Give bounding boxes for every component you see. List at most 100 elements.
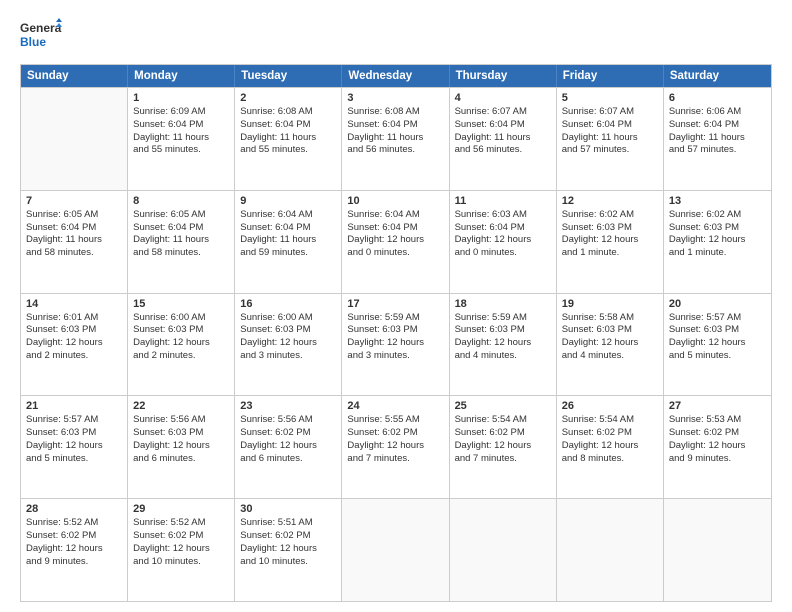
cal-cell-30: 30Sunrise: 5:51 AMSunset: 6:02 PMDayligh… bbox=[235, 499, 342, 601]
logo: General Blue bbox=[20, 18, 62, 54]
day-number: 16 bbox=[240, 298, 336, 310]
daylight-text: Daylight: 12 hours bbox=[347, 440, 443, 453]
daylight-minutes: and 6 minutes. bbox=[133, 453, 229, 466]
daylight-text: Daylight: 11 hours bbox=[133, 132, 229, 145]
daylight-text: Daylight: 12 hours bbox=[26, 543, 122, 556]
cal-cell-26: 26Sunrise: 5:54 AMSunset: 6:02 PMDayligh… bbox=[557, 396, 664, 498]
daylight-text: Daylight: 12 hours bbox=[669, 440, 766, 453]
daylight-minutes: and 7 minutes. bbox=[347, 453, 443, 466]
day-number: 27 bbox=[669, 400, 766, 412]
sunset-text: Sunset: 6:02 PM bbox=[669, 427, 766, 440]
day-number: 28 bbox=[26, 503, 122, 515]
day-number: 10 bbox=[347, 195, 443, 207]
day-number: 6 bbox=[669, 92, 766, 104]
calendar-header: SundayMondayTuesdayWednesdayThursdayFrid… bbox=[21, 65, 771, 87]
sunrise-text: Sunrise: 6:06 AM bbox=[669, 106, 766, 119]
daylight-text: Daylight: 11 hours bbox=[133, 234, 229, 247]
sunset-text: Sunset: 6:04 PM bbox=[347, 222, 443, 235]
daylight-minutes: and 2 minutes. bbox=[26, 350, 122, 363]
svg-text:General: General bbox=[20, 21, 62, 35]
sunset-text: Sunset: 6:04 PM bbox=[240, 222, 336, 235]
cal-cell-4: 4Sunrise: 6:07 AMSunset: 6:04 PMDaylight… bbox=[450, 88, 557, 190]
daylight-minutes: and 4 minutes. bbox=[562, 350, 658, 363]
daylight-text: Daylight: 12 hours bbox=[455, 337, 551, 350]
cal-cell-23: 23Sunrise: 5:56 AMSunset: 6:02 PMDayligh… bbox=[235, 396, 342, 498]
daylight-text: Daylight: 11 hours bbox=[240, 234, 336, 247]
sunset-text: Sunset: 6:02 PM bbox=[455, 427, 551, 440]
week-row-4: 28Sunrise: 5:52 AMSunset: 6:02 PMDayligh… bbox=[21, 498, 771, 601]
cal-cell-19: 19Sunrise: 5:58 AMSunset: 6:03 PMDayligh… bbox=[557, 294, 664, 396]
cal-cell-5: 5Sunrise: 6:07 AMSunset: 6:04 PMDaylight… bbox=[557, 88, 664, 190]
daylight-minutes: and 8 minutes. bbox=[562, 453, 658, 466]
sunrise-text: Sunrise: 6:05 AM bbox=[133, 209, 229, 222]
daylight-minutes: and 2 minutes. bbox=[133, 350, 229, 363]
day-number: 14 bbox=[26, 298, 122, 310]
sunset-text: Sunset: 6:03 PM bbox=[133, 324, 229, 337]
sunset-text: Sunset: 6:04 PM bbox=[133, 222, 229, 235]
daylight-minutes: and 56 minutes. bbox=[455, 144, 551, 157]
daylight-text: Daylight: 11 hours bbox=[455, 132, 551, 145]
daylight-text: Daylight: 12 hours bbox=[133, 543, 229, 556]
cal-cell-16: 16Sunrise: 6:00 AMSunset: 6:03 PMDayligh… bbox=[235, 294, 342, 396]
sunset-text: Sunset: 6:03 PM bbox=[562, 222, 658, 235]
day-number: 25 bbox=[455, 400, 551, 412]
daylight-text: Daylight: 12 hours bbox=[562, 234, 658, 247]
daylight-text: Daylight: 12 hours bbox=[669, 337, 766, 350]
sunset-text: Sunset: 6:03 PM bbox=[669, 222, 766, 235]
daylight-text: Daylight: 11 hours bbox=[562, 132, 658, 145]
daylight-text: Daylight: 12 hours bbox=[240, 543, 336, 556]
sunset-text: Sunset: 6:04 PM bbox=[455, 222, 551, 235]
sunrise-text: Sunrise: 6:03 AM bbox=[455, 209, 551, 222]
daylight-text: Daylight: 12 hours bbox=[26, 440, 122, 453]
day-number: 13 bbox=[669, 195, 766, 207]
sunset-text: Sunset: 6:04 PM bbox=[26, 222, 122, 235]
daylight-minutes: and 57 minutes. bbox=[562, 144, 658, 157]
week-row-0: 1Sunrise: 6:09 AMSunset: 6:04 PMDaylight… bbox=[21, 87, 771, 190]
cal-cell-24: 24Sunrise: 5:55 AMSunset: 6:02 PMDayligh… bbox=[342, 396, 449, 498]
sunset-text: Sunset: 6:02 PM bbox=[347, 427, 443, 440]
sunrise-text: Sunrise: 6:07 AM bbox=[455, 106, 551, 119]
sunrise-text: Sunrise: 6:08 AM bbox=[347, 106, 443, 119]
week-row-2: 14Sunrise: 6:01 AMSunset: 6:03 PMDayligh… bbox=[21, 293, 771, 396]
sunrise-text: Sunrise: 5:54 AM bbox=[562, 414, 658, 427]
daylight-text: Daylight: 12 hours bbox=[347, 234, 443, 247]
cal-cell-25: 25Sunrise: 5:54 AMSunset: 6:02 PMDayligh… bbox=[450, 396, 557, 498]
sunset-text: Sunset: 6:04 PM bbox=[455, 119, 551, 132]
daylight-minutes: and 6 minutes. bbox=[240, 453, 336, 466]
cal-cell-27: 27Sunrise: 5:53 AMSunset: 6:02 PMDayligh… bbox=[664, 396, 771, 498]
cal-cell-15: 15Sunrise: 6:00 AMSunset: 6:03 PMDayligh… bbox=[128, 294, 235, 396]
daylight-minutes: and 7 minutes. bbox=[455, 453, 551, 466]
daylight-minutes: and 56 minutes. bbox=[347, 144, 443, 157]
daylight-minutes: and 0 minutes. bbox=[455, 247, 551, 260]
sunrise-text: Sunrise: 6:08 AM bbox=[240, 106, 336, 119]
cal-cell-empty-4-4 bbox=[450, 499, 557, 601]
sunrise-text: Sunrise: 6:00 AM bbox=[240, 312, 336, 325]
day-number: 2 bbox=[240, 92, 336, 104]
sunset-text: Sunset: 6:03 PM bbox=[133, 427, 229, 440]
cal-cell-1: 1Sunrise: 6:09 AMSunset: 6:04 PMDaylight… bbox=[128, 88, 235, 190]
cal-cell-2: 2Sunrise: 6:08 AMSunset: 6:04 PMDaylight… bbox=[235, 88, 342, 190]
sunrise-text: Sunrise: 6:09 AM bbox=[133, 106, 229, 119]
cal-cell-9: 9Sunrise: 6:04 AMSunset: 6:04 PMDaylight… bbox=[235, 191, 342, 293]
day-number: 26 bbox=[562, 400, 658, 412]
daylight-minutes: and 55 minutes. bbox=[133, 144, 229, 157]
sunrise-text: Sunrise: 5:56 AM bbox=[133, 414, 229, 427]
sunset-text: Sunset: 6:02 PM bbox=[133, 530, 229, 543]
daylight-minutes: and 55 minutes. bbox=[240, 144, 336, 157]
sunset-text: Sunset: 6:03 PM bbox=[347, 324, 443, 337]
daylight-minutes: and 9 minutes. bbox=[26, 556, 122, 569]
daylight-text: Daylight: 12 hours bbox=[562, 440, 658, 453]
sunrise-text: Sunrise: 6:02 AM bbox=[669, 209, 766, 222]
sunrise-text: Sunrise: 5:59 AM bbox=[347, 312, 443, 325]
daylight-text: Daylight: 12 hours bbox=[669, 234, 766, 247]
sunrise-text: Sunrise: 5:52 AM bbox=[26, 517, 122, 530]
calendar-body: 1Sunrise: 6:09 AMSunset: 6:04 PMDaylight… bbox=[21, 87, 771, 601]
day-number: 23 bbox=[240, 400, 336, 412]
daylight-text: Daylight: 12 hours bbox=[562, 337, 658, 350]
page: General Blue SundayMondayTuesdayWednesda… bbox=[0, 0, 792, 612]
cal-cell-21: 21Sunrise: 5:57 AMSunset: 6:03 PMDayligh… bbox=[21, 396, 128, 498]
daylight-minutes: and 5 minutes. bbox=[669, 350, 766, 363]
sunset-text: Sunset: 6:03 PM bbox=[669, 324, 766, 337]
cal-cell-11: 11Sunrise: 6:03 AMSunset: 6:04 PMDayligh… bbox=[450, 191, 557, 293]
daylight-text: Daylight: 11 hours bbox=[26, 234, 122, 247]
